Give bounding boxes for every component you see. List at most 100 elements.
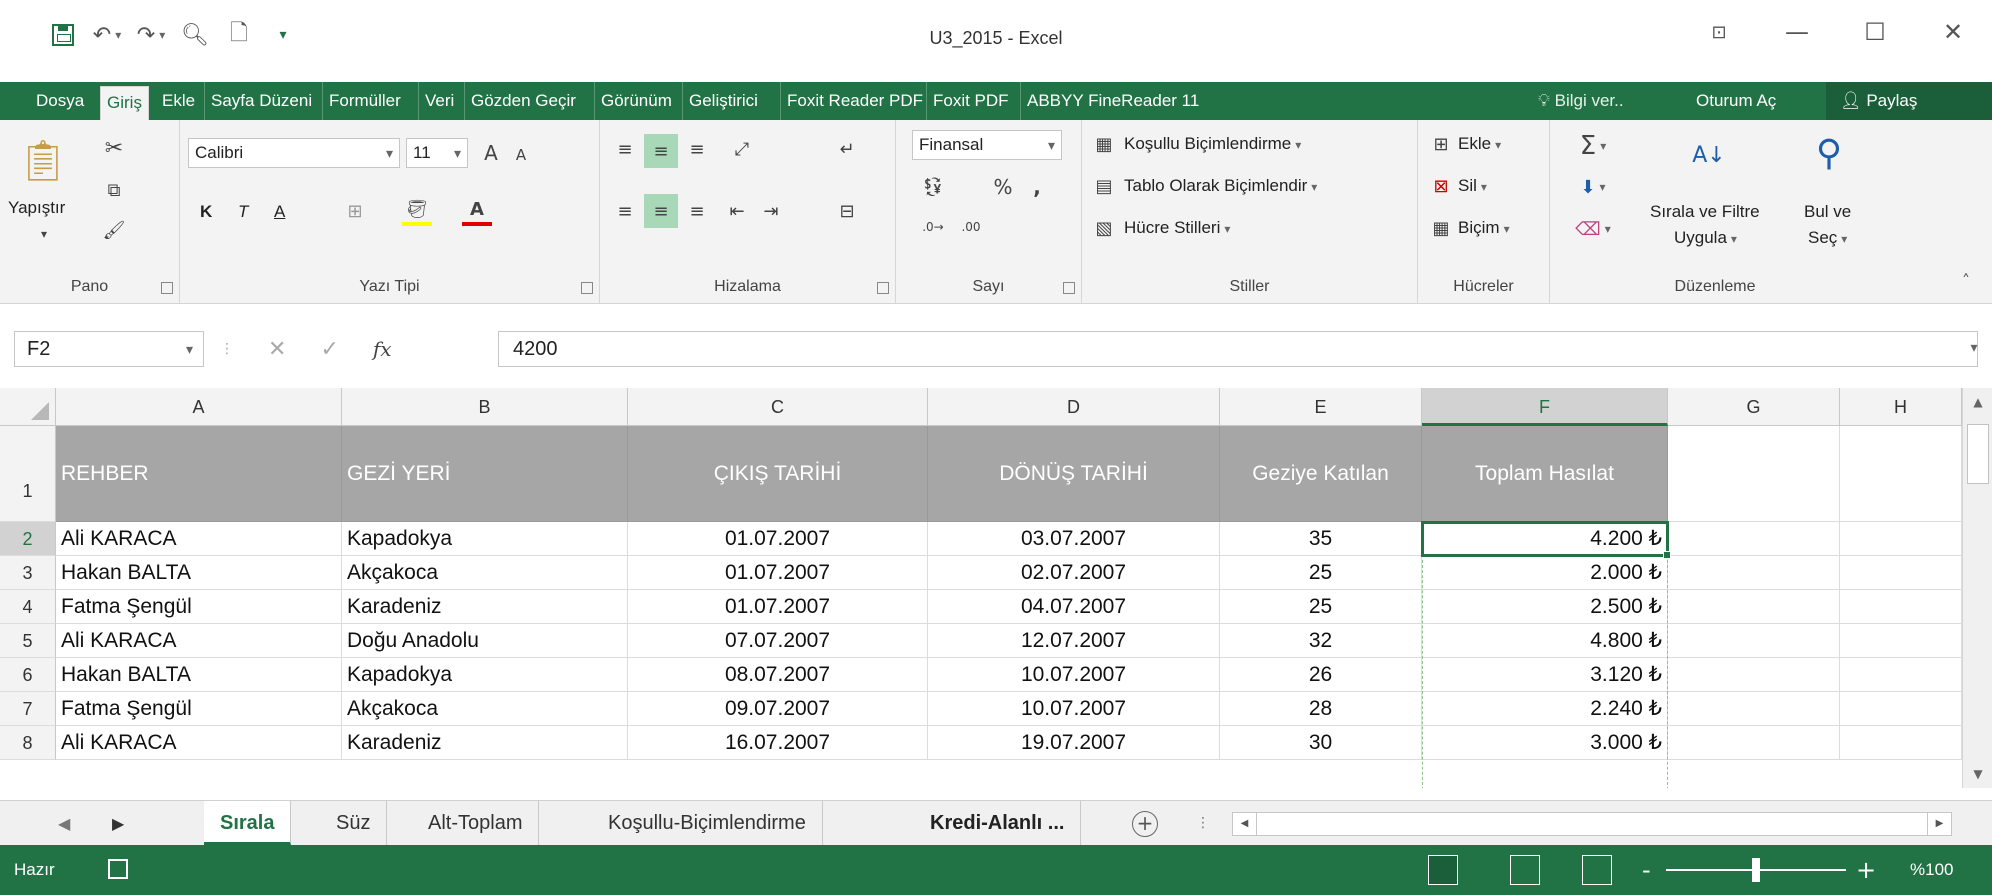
header-cell-toplam-hasilat[interactable]: Toplam Hasılat — [1422, 426, 1668, 522]
cell-cikis-tarihi[interactable]: 01.07.2007 — [628, 522, 928, 556]
cell-rehber[interactable]: Ali KARACA — [56, 522, 342, 556]
tab-foxit-pdf[interactable]: Foxit PDF — [926, 82, 1015, 120]
ribbon-display-options-icon[interactable]: ⊡ — [1680, 14, 1758, 50]
sheet-tab-kredi-alanli[interactable]: Kredi-Alanlı ... — [914, 801, 1082, 845]
cell-styles-button[interactable]: Hücre Stilleri ▾ — [1124, 218, 1230, 238]
increase-indent-icon[interactable]: ⇥ — [756, 196, 786, 226]
cell-gezi-yeri[interactable]: Doğu Anadolu — [342, 624, 628, 658]
cell-rehber[interactable]: Ali KARACA — [56, 726, 342, 760]
vertical-scrollbar[interactable]: ▲ ▼ — [1962, 388, 1992, 788]
enter-icon[interactable]: ✓ — [320, 337, 338, 362]
empty-cell[interactable] — [1840, 426, 1962, 522]
clear-icon[interactable]: ⌫ ▾ — [1575, 214, 1610, 244]
column-header-e[interactable]: E — [1220, 388, 1422, 426]
maximize-button[interactable]: ☐ — [1836, 14, 1914, 50]
paste-dropdown-icon[interactable]: ▾ — [34, 224, 54, 244]
vertical-scroll-thumb[interactable] — [1967, 424, 1989, 484]
cell-cikis-tarihi[interactable]: 09.07.2007 — [628, 692, 928, 726]
cell-rehber[interactable]: Hakan BALTA — [56, 658, 342, 692]
close-button[interactable]: ✕ — [1914, 14, 1992, 50]
horizontal-scrollbar[interactable]: ◀ ▶ — [1232, 812, 1952, 836]
format-painter-icon[interactable]: 🖌︎ — [100, 216, 128, 244]
cell-cikis-tarihi[interactable]: 01.07.2007 — [628, 590, 928, 624]
cell-geziye-katilan[interactable]: 25 — [1220, 590, 1422, 624]
format-as-table-button[interactable]: Tablo Olarak Biçimlendir ▾ — [1124, 176, 1317, 196]
tab-abbyy[interactable]: ABBYY FineReader 11 — [1020, 82, 1205, 120]
clipboard-launcher-icon[interactable] — [161, 282, 173, 294]
page-layout-view-icon[interactable] — [1510, 855, 1540, 885]
sign-in-link[interactable]: Oturum Aç — [1696, 82, 1776, 120]
increase-decimal-icon[interactable]: .0→ — [916, 212, 950, 242]
shrink-font-icon[interactable]: A — [510, 142, 532, 168]
cell-geziye-katilan[interactable]: 35 — [1220, 522, 1422, 556]
tab-review[interactable]: Gözden Geçir — [464, 82, 582, 120]
row-header[interactable]: 6 — [0, 658, 56, 692]
cell-gezi-yeri[interactable]: Kapadokya — [342, 658, 628, 692]
cell-rehber[interactable]: Hakan BALTA — [56, 556, 342, 590]
row-header[interactable]: 8 — [0, 726, 56, 760]
tab-split-handle-icon[interactable]: ⋮ — [1196, 801, 1210, 846]
tab-formulas[interactable]: Formüller — [322, 82, 407, 120]
orientation-icon[interactable]: ⤢ — [722, 134, 762, 164]
cell-cikis-tarihi[interactable]: 08.07.2007 — [628, 658, 928, 692]
cell-rehber[interactable]: Fatma Şengül — [56, 590, 342, 624]
sheet-tab-kosullu-bicimlendirme[interactable]: Koşullu-Biçimlendirme — [592, 801, 823, 845]
sheet-tab-sirala[interactable]: Sırala — [204, 801, 292, 845]
cut-icon[interactable]: ✂ — [100, 134, 128, 162]
percent-style-icon[interactable]: % — [988, 172, 1018, 202]
row-header[interactable]: 3 — [0, 556, 56, 590]
decrease-decimal-icon[interactable]: .00 — [954, 212, 988, 242]
align-right-icon[interactable]: ≡ — [682, 196, 712, 226]
bold-button[interactable]: K — [200, 202, 212, 222]
collapse-ribbon-icon[interactable]: ˄ — [1954, 268, 1978, 292]
row-header[interactable]: 7 — [0, 692, 56, 726]
merge-center-icon[interactable]: ⊟ — [832, 196, 862, 226]
row-header[interactable]: 4 — [0, 590, 56, 624]
cell-geziye-katilan[interactable]: 30 — [1220, 726, 1422, 760]
empty-cell[interactable] — [1840, 556, 1962, 590]
scroll-down-arrow-icon[interactable]: ▼ — [1963, 760, 1992, 788]
scroll-right-arrow-icon[interactable]: ▶ — [1927, 813, 1951, 835]
cell-rehber[interactable]: Fatma Şengül — [56, 692, 342, 726]
borders-icon[interactable]: ⊞ — [340, 196, 370, 226]
insert-function-icon[interactable]: fx — [373, 337, 392, 361]
empty-cell[interactable] — [1668, 726, 1840, 760]
row-header[interactable]: 2 — [0, 522, 56, 556]
column-header-h[interactable]: H — [1840, 388, 1962, 426]
next-sheet-icon[interactable]: ▶ — [112, 801, 124, 846]
cell-donus-tarihi[interactable]: 10.07.2007 — [928, 658, 1220, 692]
empty-cell[interactable] — [1668, 624, 1840, 658]
column-header-g[interactable]: G — [1668, 388, 1840, 426]
name-box[interactable]: F2 — [14, 331, 204, 367]
add-sheet-button[interactable]: + — [1132, 811, 1158, 837]
cell-geziye-katilan[interactable]: 26 — [1220, 658, 1422, 692]
minimize-button[interactable]: — — [1758, 14, 1836, 50]
cell-toplam-hasilat[interactable]: 3.120 ₺ — [1422, 658, 1668, 692]
tab-developer[interactable]: Geliştirici — [682, 82, 764, 120]
cell-toplam-hasilat[interactable]: 2.500 ₺ — [1422, 590, 1668, 624]
cell-geziye-katilan[interactable]: 28 — [1220, 692, 1422, 726]
number-launcher-icon[interactable] — [1063, 282, 1075, 294]
cell-cikis-tarihi[interactable]: 07.07.2007 — [628, 624, 928, 658]
column-header-f[interactable]: F — [1422, 388, 1668, 426]
find-select-icon[interactable]: ⚲ — [1804, 126, 1854, 180]
column-header-b[interactable]: B — [342, 388, 628, 426]
empty-cell[interactable] — [1668, 658, 1840, 692]
empty-cell[interactable] — [1668, 590, 1840, 624]
cell-donus-tarihi[interactable]: 03.07.2007 — [928, 522, 1220, 556]
copy-icon[interactable]: ⧉ — [100, 176, 128, 204]
comma-style-icon[interactable]: , — [1022, 172, 1052, 202]
tell-me-box[interactable]: 💡︎ Bilgi ver.. — [1538, 82, 1624, 120]
fill-color-icon[interactable]: 🪣︎ — [402, 196, 432, 226]
scroll-left-arrow-icon[interactable]: ◀ — [1233, 813, 1257, 835]
empty-cell[interactable] — [1840, 624, 1962, 658]
row-header-1[interactable]: 1 — [0, 426, 56, 522]
empty-cell[interactable] — [1668, 426, 1840, 522]
zoom-in-button[interactable]: + — [1856, 845, 1876, 895]
find-select-button[interactable]: Bul ve — [1804, 202, 1851, 222]
header-cell-donus-tarihi[interactable]: DÖNÜŞ TARİHİ — [928, 426, 1220, 522]
underline-button[interactable]: A — [274, 202, 285, 222]
sheet-tab-suz[interactable]: Süz — [320, 801, 388, 845]
font-launcher-icon[interactable] — [581, 282, 593, 294]
sort-filter-button[interactable]: Sırala ve Filtre — [1650, 202, 1760, 222]
